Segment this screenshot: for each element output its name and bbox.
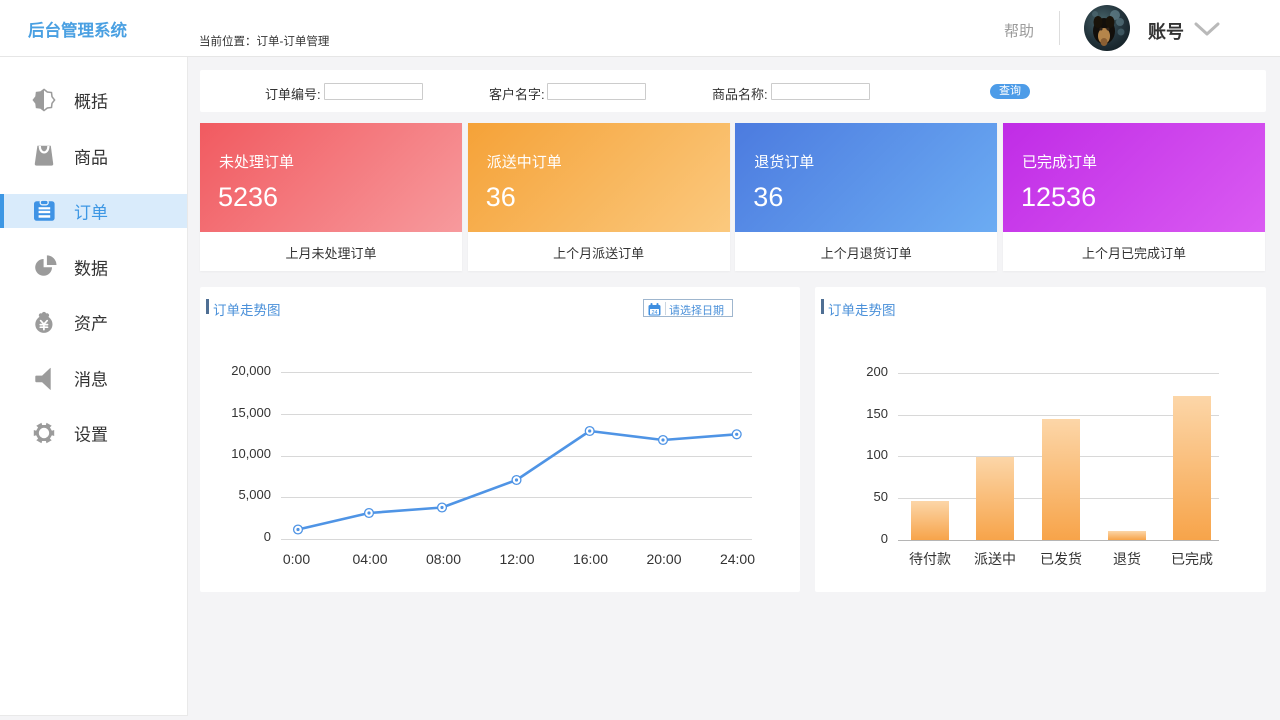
svg-text:5,000: 5,000 bbox=[238, 487, 271, 502]
svg-text:已发货: 已发货 bbox=[1040, 551, 1082, 567]
svg-text:派送中: 派送中 bbox=[974, 551, 1016, 567]
svg-text:12:00: 12:00 bbox=[499, 551, 534, 567]
svg-text:20,000: 20,000 bbox=[231, 363, 271, 378]
svg-text:04:00: 04:00 bbox=[352, 551, 387, 567]
svg-text:08:00: 08:00 bbox=[426, 551, 461, 567]
svg-text:0: 0 bbox=[881, 531, 888, 546]
svg-text:0: 0 bbox=[264, 529, 271, 544]
svg-text:退货: 退货 bbox=[1113, 551, 1141, 567]
svg-text:150: 150 bbox=[866, 406, 888, 421]
svg-text:24:00: 24:00 bbox=[720, 551, 755, 567]
svg-text:20:00: 20:00 bbox=[646, 551, 681, 567]
svg-text:15,000: 15,000 bbox=[231, 405, 271, 420]
svg-text:50: 50 bbox=[874, 489, 888, 504]
svg-text:100: 100 bbox=[866, 447, 888, 462]
svg-text:待付款: 待付款 bbox=[909, 551, 951, 567]
svg-text:200: 200 bbox=[866, 364, 888, 379]
svg-text:已完成: 已完成 bbox=[1171, 551, 1213, 567]
svg-text:0:00: 0:00 bbox=[283, 551, 310, 567]
svg-text:10,000: 10,000 bbox=[231, 446, 271, 461]
svg-text:16:00: 16:00 bbox=[573, 551, 608, 567]
